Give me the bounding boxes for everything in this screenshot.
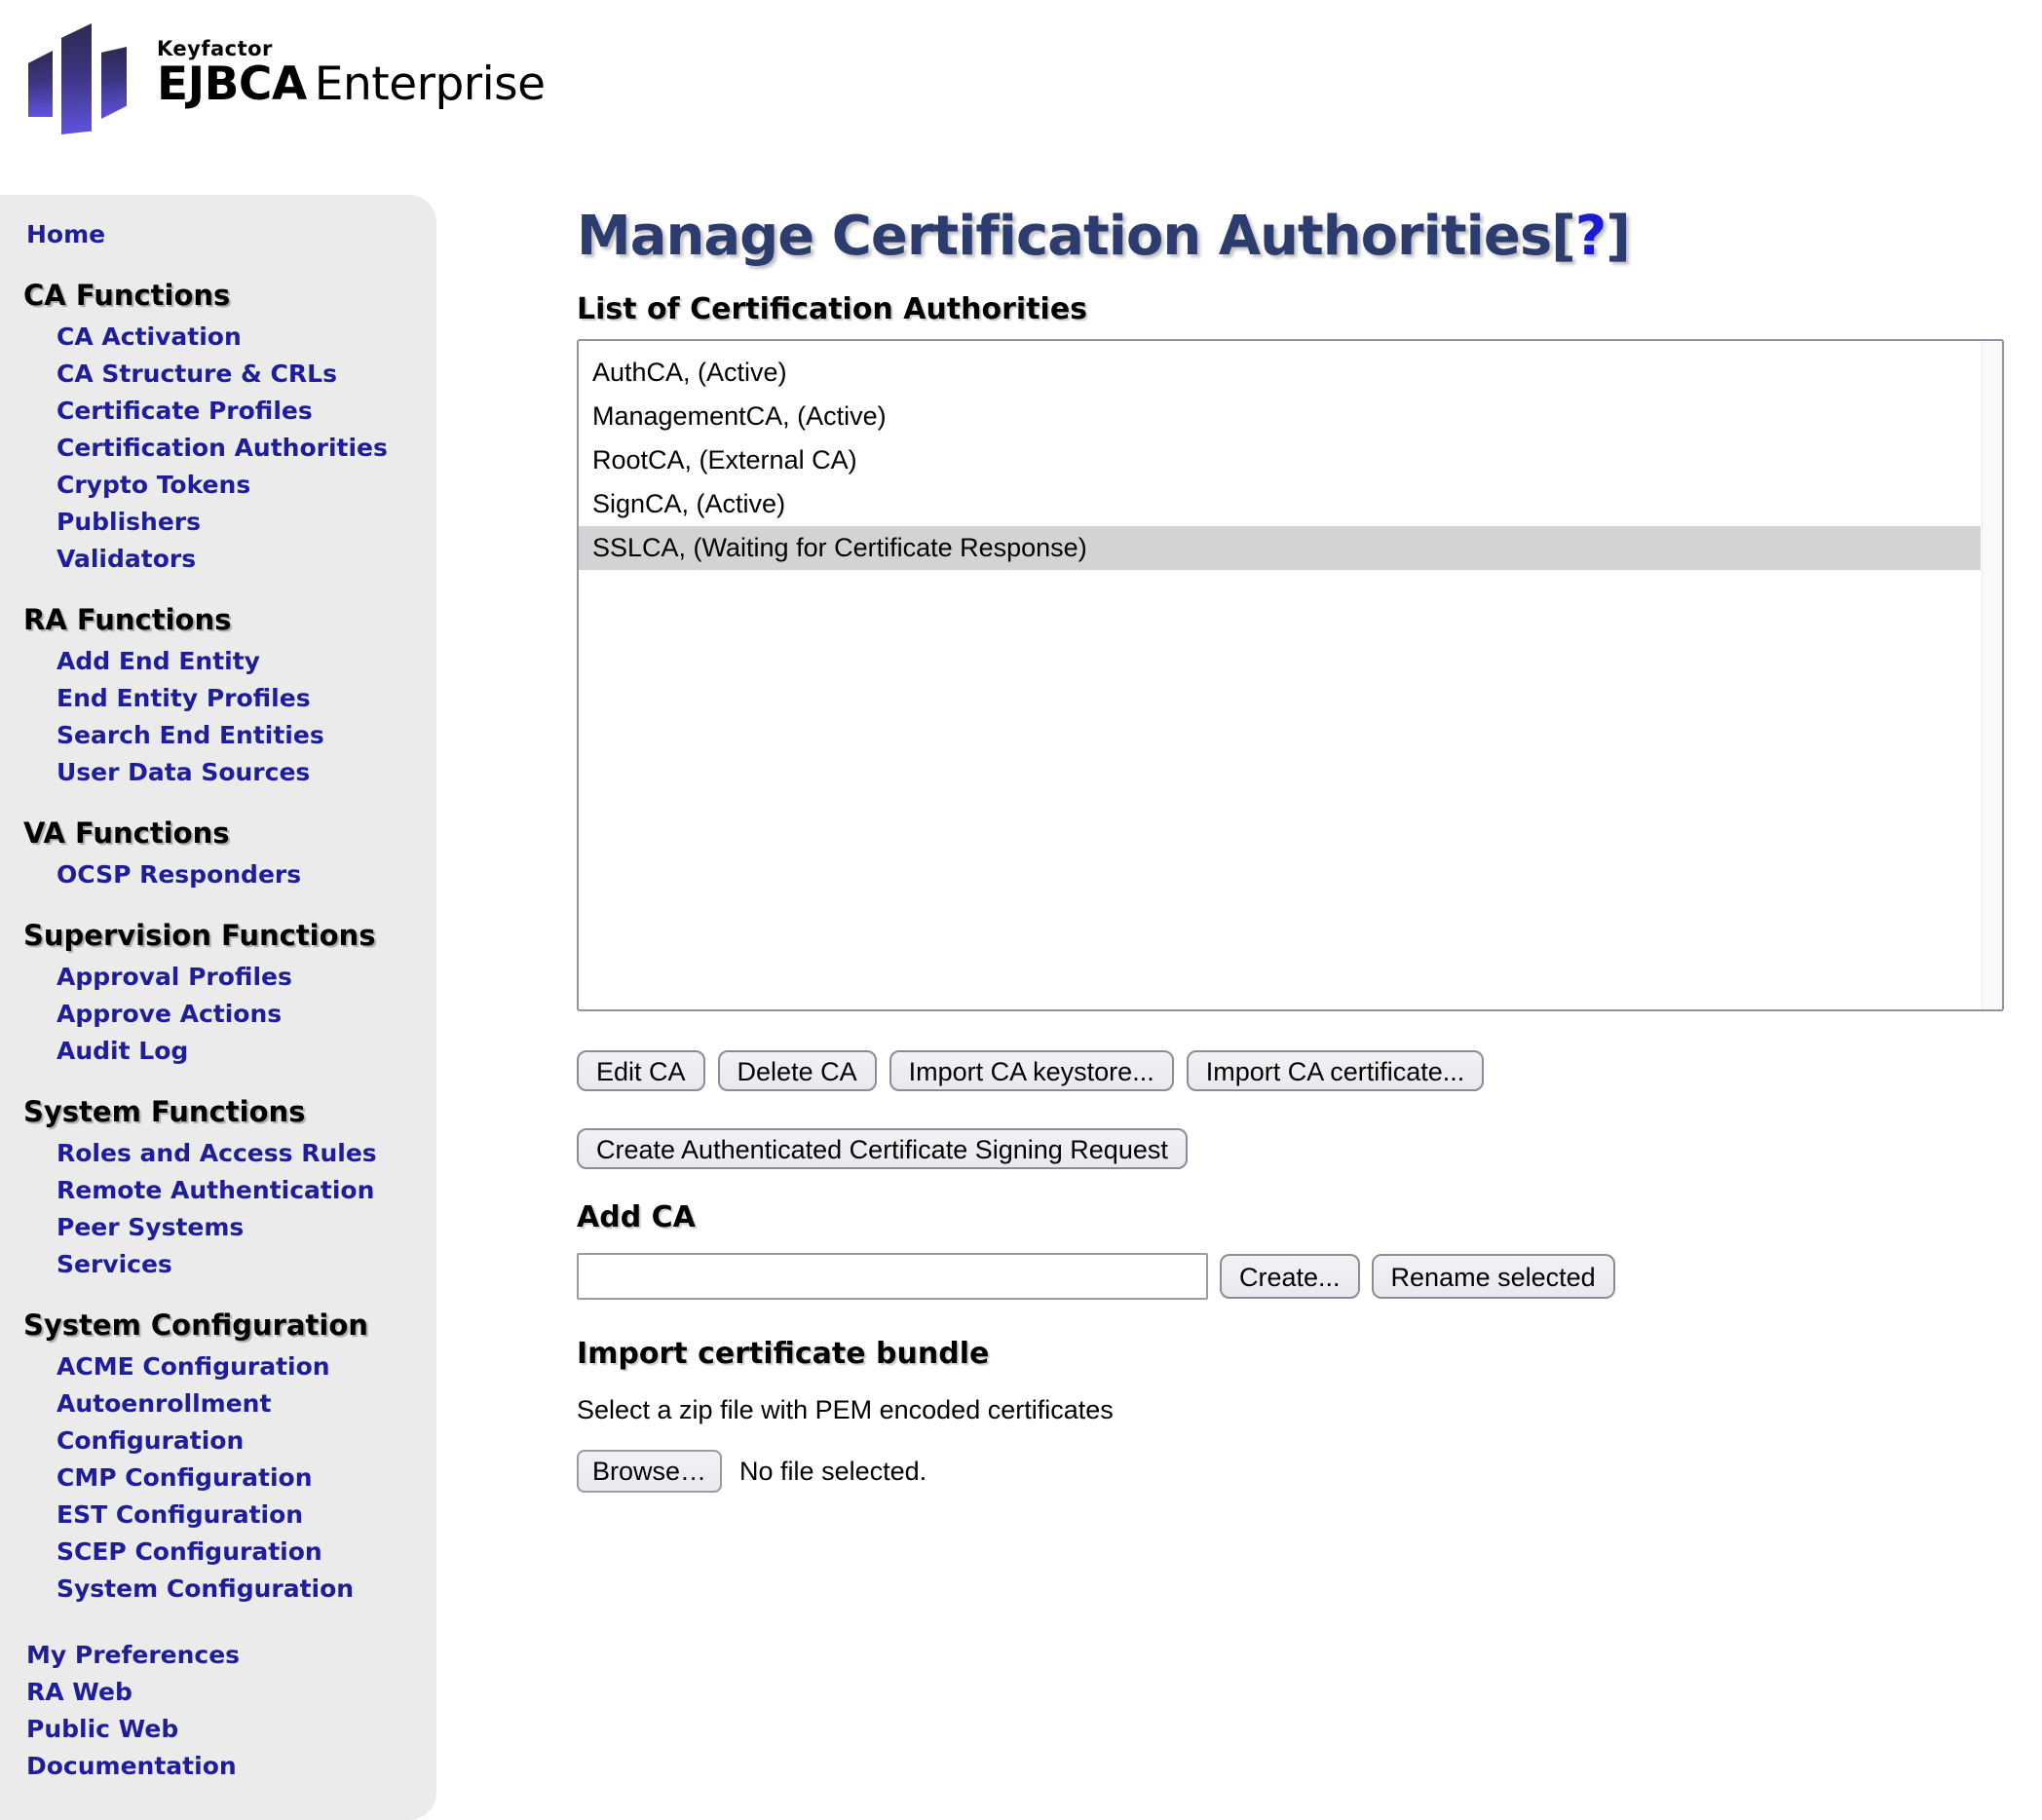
sidebar-section: Supervision Functions Approval ProfilesAp… (0, 919, 436, 1070)
ca-list-item[interactable]: AuthCA, (Active) (579, 351, 1981, 395)
page-title: Manage Certification Authorities[?] (577, 207, 2042, 267)
import-bundle-instruction: Select a zip file with PEM encoded certi… (577, 1395, 2042, 1424)
brand-product: EJBCA (157, 57, 307, 111)
sidebar-item[interactable]: CMP Configuration (0, 1460, 436, 1497)
sidebar-section: VA Functions OCSP Responders (0, 816, 436, 893)
keyfactor-bars-icon (24, 8, 139, 136)
sidebar-item[interactable]: EST Configuration (0, 1497, 436, 1534)
sidebar-section-title: RA Functions (0, 603, 436, 636)
sidebar-link[interactable]: My Preferences (0, 1637, 436, 1674)
file-upload-row: Browse… No file selected. (577, 1450, 2042, 1493)
app-header: Keyfactor EJBCAEnterprise (0, 0, 2042, 195)
sidebar-item[interactable]: SCEP Configuration (0, 1534, 436, 1571)
ca-listbox-options: AuthCA, (Active)ManagementCA, (Active)Ro… (579, 341, 1981, 570)
sidebar-item[interactable]: Publishers (0, 504, 436, 541)
sidebar-link[interactable]: Public Web (0, 1711, 436, 1748)
help-link[interactable]: [?] (1551, 205, 1630, 268)
brand-text: Keyfactor EJBCAEnterprise (157, 8, 546, 136)
sidebar-item[interactable]: OCSP Responders (0, 856, 436, 893)
import-bundle-heading: Import certificate bundle (577, 1337, 2042, 1372)
browse-button[interactable]: Browse… (577, 1450, 722, 1493)
sidebar-item[interactable]: Add End Entity (0, 643, 436, 680)
sidebar-item[interactable]: Search End Entities (0, 717, 436, 754)
sidebar-item[interactable]: Roles and Access Rules (0, 1135, 436, 1172)
sidebar-item[interactable]: Approval Profiles (0, 959, 436, 996)
ca-list-item[interactable]: ManagementCA, (Active) (579, 395, 1981, 438)
brand-logo: Keyfactor EJBCAEnterprise (24, 8, 546, 136)
sidebar-item[interactable]: Certificate Profiles (0, 393, 436, 430)
sidebar-section: System Functions Roles and Access RulesRe… (0, 1095, 436, 1283)
list-heading: List of Certification Authorities (577, 292, 2042, 327)
ca-action-button[interactable]: Edit CA (577, 1050, 705, 1091)
sidebar-item[interactable]: Approve Actions (0, 996, 436, 1033)
sidebar-item[interactable]: End Entity Profiles (0, 680, 436, 717)
ca-list-item[interactable]: SSLCA, (Waiting for Certificate Response… (579, 526, 1981, 570)
sidebar-section: CA Functions CA ActivationCA Structure & … (0, 279, 436, 578)
sidebar-item[interactable]: Services (0, 1246, 436, 1283)
sidebar-section-title: VA Functions (0, 816, 436, 850)
sidebar-section-title: System Functions (0, 1095, 436, 1128)
create-csr-button[interactable]: Create Authenticated Certificate Signing… (577, 1128, 1188, 1169)
sidebar-item[interactable]: User Data Sources (0, 754, 436, 791)
ca-action-button[interactable]: Import CA certificate... (1187, 1050, 1485, 1091)
sidebar-item[interactable]: ACME Configuration (0, 1348, 436, 1385)
sidebar-sections: CA Functions CA ActivationCA Structure & … (0, 279, 436, 1608)
brand-edition: Enterprise (315, 57, 546, 111)
add-ca-row: Create... Rename selected (577, 1253, 2042, 1300)
sidebar-item[interactable]: Autoenrollment Configuration (0, 1385, 436, 1460)
sidebar-item[interactable]: Audit Log (0, 1033, 436, 1070)
ca-listbox[interactable]: AuthCA, (Active)ManagementCA, (Active)Ro… (577, 339, 2004, 1011)
sidebar-item[interactable]: Peer Systems (0, 1209, 436, 1246)
sidebar: Home CA Functions CA ActivationCA Structu… (0, 195, 436, 1820)
sidebar-item[interactable]: CA Structure & CRLs (0, 356, 436, 393)
rename-selected-button[interactable]: Rename selected (1372, 1254, 1615, 1299)
add-ca-heading: Add CA (577, 1200, 2042, 1235)
brand-product-line: EJBCAEnterprise (157, 60, 546, 109)
sidebar-section-title: CA Functions (0, 279, 436, 312)
sidebar-item-home[interactable]: Home (0, 216, 436, 253)
main-content: Manage Certification Authorities[?] List… (436, 195, 2042, 1493)
logo-bar-left (28, 51, 53, 117)
help-bracket-close: ] (1606, 205, 1630, 268)
csr-button-row: Create Authenticated Certificate Signing… (577, 1128, 2042, 1169)
ca-list-item[interactable]: RootCA, (External CA) (579, 438, 1981, 482)
sidebar-item[interactable]: CA Activation (0, 319, 436, 356)
create-ca-button[interactable]: Create... (1220, 1254, 1360, 1299)
sidebar-item[interactable]: Crypto Tokens (0, 467, 436, 504)
sidebar-section: System Configuration ACME ConfigurationAu… (0, 1308, 436, 1608)
ca-action-button[interactable]: Delete CA (718, 1050, 877, 1091)
sidebar-section-title: System Configuration (0, 1308, 436, 1342)
page-title-text: Manage Certification Authorities (577, 205, 1551, 268)
sidebar-bottom-links: My PreferencesRA WebPublic WebDocumentat… (0, 1637, 436, 1785)
sidebar-link[interactable]: RA Web (0, 1674, 436, 1711)
help-bracket-open: [ (1551, 205, 1575, 268)
sidebar-link[interactable]: Documentation (0, 1748, 436, 1785)
logo-bar-middle (61, 23, 92, 134)
sidebar-section: RA Functions Add End EntityEnd Entity Pro… (0, 603, 436, 791)
scrollbar-track[interactable] (1982, 341, 2002, 1009)
sidebar-item[interactable]: Certification Authorities (0, 430, 436, 467)
logo-bar-right (101, 47, 127, 119)
ca-list-item[interactable]: SignCA, (Active) (579, 482, 1981, 526)
file-status: No file selected. (739, 1457, 926, 1487)
sidebar-item[interactable]: Remote Authentication (0, 1172, 436, 1209)
sidebar-item[interactable]: Validators (0, 541, 436, 578)
sidebar-section-title: Supervision Functions (0, 919, 436, 952)
ca-action-buttons: Edit CA Delete CA Import CA keystore... Imp… (577, 1050, 2042, 1091)
sidebar-item[interactable]: System Configuration (0, 1571, 436, 1608)
add-ca-name-input[interactable] (577, 1253, 1208, 1300)
help-question-mark: ? (1575, 205, 1606, 268)
ca-action-button[interactable]: Import CA keystore... (889, 1050, 1174, 1091)
